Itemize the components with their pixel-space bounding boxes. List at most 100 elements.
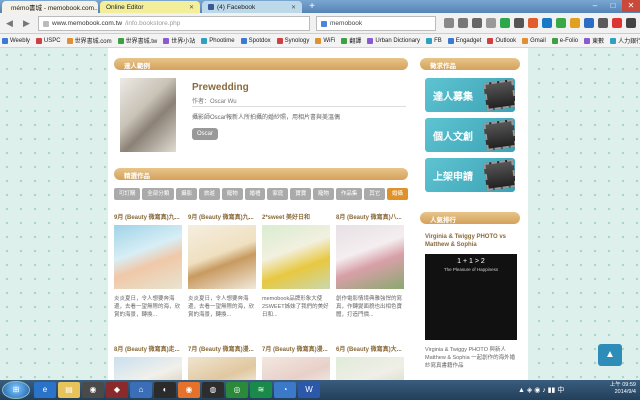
search-engine-icon[interactable] [321, 20, 327, 27]
address-bar[interactable]: www.memobook.com.tw/info.bookstore.php [38, 16, 310, 31]
bookmark-item[interactable]: Phootime [201, 37, 235, 44]
new-tab-button[interactable]: + [306, 1, 318, 13]
extension-icon[interactable] [612, 18, 622, 28]
system-tray-icons[interactable]: ▲ ◈ ◉ ♪ ▮▮ 中 [518, 385, 564, 395]
bookmark-item[interactable]: FB [426, 37, 442, 44]
extension-icon[interactable] [542, 18, 552, 28]
work-card[interactable]: 9月 (Beauty 微寫真)九... 炎炎夏日，令人想要奔海邊，去看一望無際的海… [188, 212, 256, 319]
download-icon[interactable] [472, 18, 482, 28]
extension-icon[interactable] [556, 18, 566, 28]
back-arrow-icon[interactable]: ◀ [3, 17, 16, 30]
bookmark-item[interactable]: 翻譯 [341, 36, 361, 45]
expert-cover-image[interactable] [120, 78, 176, 152]
work-card[interactable]: 9月 (Beauty 微寫真)九... 炎炎夏日，令人想要奔海邊，去看一望無際的海… [114, 212, 182, 319]
home-icon[interactable] [486, 18, 496, 28]
bookmark-item[interactable]: Gmail [522, 37, 546, 44]
work-title[interactable]: 7月 (Beauty 微寫真)漫... [262, 344, 330, 353]
close-tab-icon[interactable]: ✕ [291, 4, 296, 11]
extension-icon[interactable] [598, 18, 608, 28]
category-tab[interactable]: 攝影 [176, 188, 197, 200]
extension-icon[interactable] [514, 18, 524, 28]
clock[interactable]: 上午 09:59 2014/9/4 [610, 382, 636, 396]
bookmark-item[interactable]: 世界書城.com [66, 36, 112, 45]
ranking-image-subcaption: The Pleasure of Happiness [443, 267, 499, 272]
close-tab-icon[interactable]: ✕ [189, 4, 194, 11]
category-tab[interactable]: 婚攝 [387, 188, 408, 200]
work-card[interactable]: 8月 (Beauty 微寫真)八... 創作電影情境典雅強悍的寫真，作轉變面貌也出… [336, 212, 404, 319]
promo-banner-personal-creative[interactable]: 個人文創 [425, 118, 515, 152]
extension-icon[interactable] [500, 18, 510, 28]
ranking-item-title[interactable]: Virginia & Twiggy PHOTO vs Matthew & Sop… [425, 233, 517, 249]
forward-arrow-icon[interactable]: ▶ [20, 17, 33, 30]
app-icon[interactable]: ◉ [82, 382, 104, 398]
close-window-button[interactable]: ✕ [622, 0, 640, 12]
bookmark-label: Synology [284, 37, 310, 44]
firefox-icon[interactable] [528, 18, 538, 28]
word-icon[interactable]: W [298, 382, 320, 398]
bookmark-item[interactable]: 東數 [584, 36, 604, 45]
bookmark-item[interactable]: e-Folio [551, 37, 578, 44]
extension-icon[interactable] [584, 18, 594, 28]
work-cover-image[interactable] [262, 225, 330, 289]
promo-banner-submit[interactable]: 上架申請 [425, 158, 515, 192]
bookmarks-icon[interactable] [458, 18, 468, 28]
search-input[interactable]: memobook [316, 16, 436, 31]
work-title[interactable]: 2*sweet 美好日和 [262, 212, 330, 221]
category-tab[interactable]: 婚禮 [244, 188, 266, 200]
bookmark-item[interactable]: Spotdox [240, 37, 271, 44]
work-cover-image[interactable] [114, 225, 182, 289]
chrome-icon[interactable]: ◎ [226, 382, 248, 398]
menu-icon[interactable] [626, 18, 636, 28]
back-to-top-button[interactable]: ▲ [598, 344, 622, 366]
star-icon[interactable] [444, 18, 454, 28]
category-tab[interactable]: 作品集 [335, 188, 363, 200]
category-tab[interactable]: 其它 [364, 188, 386, 200]
promo-banner-expert-recruit[interactable]: 達人募集 [425, 78, 515, 112]
explorer-icon[interactable]: ▤ [58, 382, 80, 398]
firefox-taskbar-icon[interactable]: ◉ [178, 382, 200, 398]
bookmark-item[interactable]: Engadget [447, 37, 481, 44]
work-cover-image[interactable] [188, 225, 256, 289]
expert-title[interactable]: Prewedding [192, 82, 249, 93]
tab-memobook[interactable]: mémo書城 - memobook.com... ✕ [2, 1, 98, 13]
spotify-icon[interactable]: ≋ [250, 382, 272, 398]
app-icon[interactable]: ⌂ [130, 382, 152, 398]
bookmark-item[interactable]: Weebly [2, 37, 30, 44]
bookmark-item[interactable]: Outlook [487, 37, 516, 44]
category-tab[interactable]: 可訂購 [114, 188, 141, 200]
bookmark-item[interactable]: 世界小站 [163, 36, 195, 45]
bookmark-item[interactable]: 世界書城.tw [117, 36, 157, 45]
bookmark-item[interactable]: WiFi [315, 37, 335, 44]
extension-icon[interactable] [570, 18, 580, 28]
category-tab[interactable]: 全部分類 [142, 188, 175, 200]
category-tab[interactable]: 寵物 [313, 188, 334, 200]
category-tab[interactable]: 寵物 [221, 188, 243, 200]
category-tab[interactable]: 家庭 [267, 188, 289, 200]
app-icon[interactable]: ◔ [274, 382, 296, 398]
tab-online-editor[interactable]: Online Editor ✕ [100, 1, 200, 13]
work-card[interactable]: 2*sweet 美好日和 memobook品牌形象大使2SWEET姊妹了我們的美好… [262, 212, 330, 319]
work-title[interactable]: 9月 (Beauty 微寫真)九... [188, 212, 256, 221]
work-title[interactable]: 8月 (Beauty 微寫真)走... [114, 344, 182, 353]
category-tab[interactable]: 寶寶 [290, 188, 312, 200]
work-title[interactable]: 9月 (Beauty 微寫真)九... [114, 212, 182, 221]
maximize-button[interactable]: □ [604, 0, 622, 12]
work-title[interactable]: 7月 (Beauty 微寫真)漫... [188, 344, 256, 353]
minimize-button[interactable]: – [586, 0, 604, 12]
app-icon[interactable]: ◍ [202, 382, 224, 398]
bookmark-item[interactable]: USPC [35, 37, 61, 44]
work-title[interactable]: 6月 (Beauty 微寫真)大... [336, 344, 404, 353]
app-icon[interactable]: ◐ [154, 382, 176, 398]
bookmark-item[interactable]: Synology [276, 37, 310, 44]
category-tab[interactable]: 旅遊 [198, 188, 220, 200]
bookmark-item[interactable]: 人力銀行 [610, 36, 640, 45]
bookmark-item[interactable]: Urban Dictionary [367, 37, 420, 44]
start-button[interactable]: ⊞ [2, 381, 30, 399]
ranking-item-image[interactable]: 1 + 1 > 2 The Pleasure of Happiness [425, 254, 517, 340]
expert-tag-button[interactable]: Oscar [192, 128, 219, 140]
ie-icon[interactable]: e [34, 382, 56, 398]
tab-facebook[interactable]: (4) Facebook ✕ [202, 1, 302, 13]
work-cover-image[interactable] [336, 225, 404, 289]
app-icon[interactable]: ◆ [106, 382, 128, 398]
work-title[interactable]: 8月 (Beauty 微寫真)八... [336, 212, 404, 221]
